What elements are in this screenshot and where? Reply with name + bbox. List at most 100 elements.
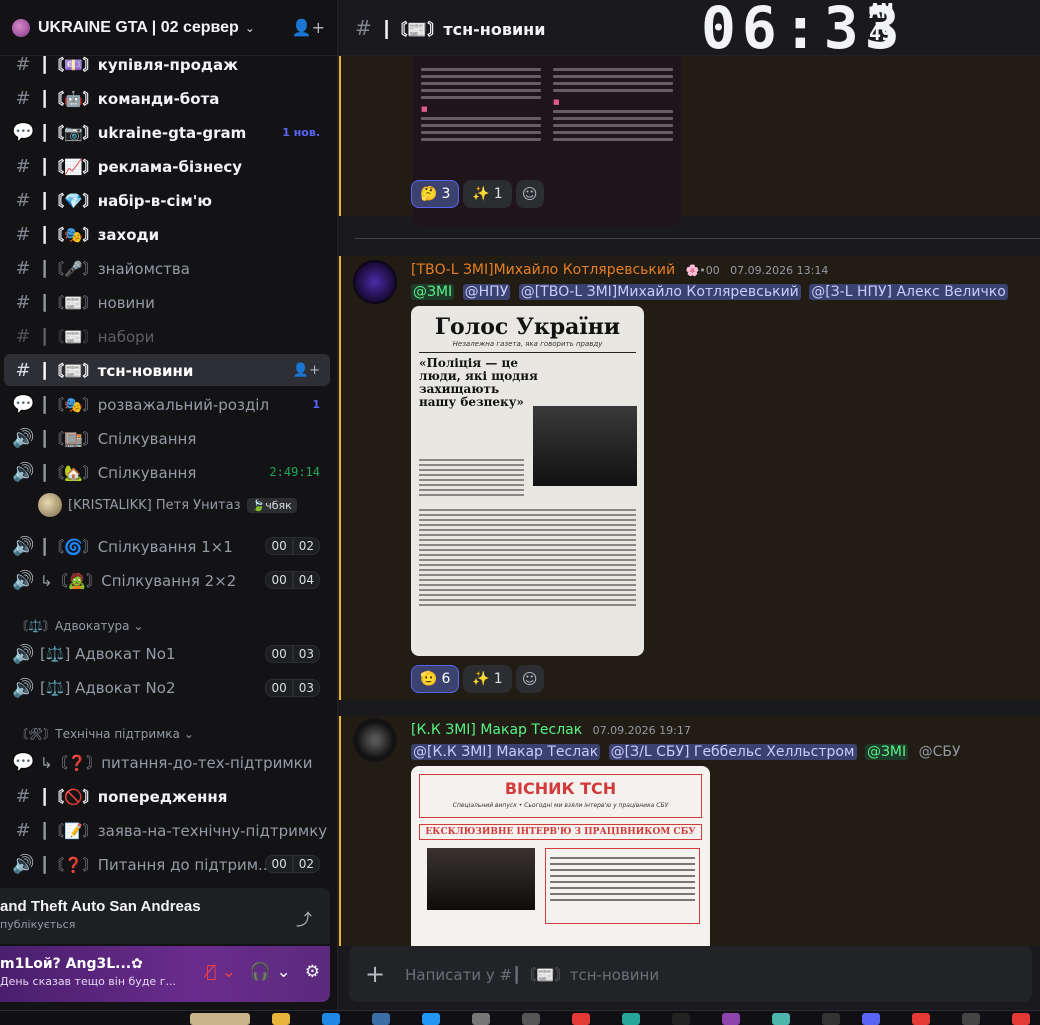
attached-newspaper-image[interactable]: Голос України Незалежна газета, яка гово… xyxy=(411,306,644,656)
channel-pytannia-do-tekh-pidtrymky[interactable]: 💬 ↳〘❓〙питання-до-тех-підтримки xyxy=(4,746,330,778)
reaction-sparkles[interactable]: ✨ 1 xyxy=(463,180,512,208)
mention-role[interactable]: @НПУ xyxy=(462,284,511,300)
app-icon[interactable] xyxy=(422,1013,440,1025)
speaker-icon: 🔊 xyxy=(12,569,35,591)
new-posts-badge: 1 нов. xyxy=(282,125,320,139)
add-reaction-icon[interactable]: ☺ xyxy=(515,180,544,208)
app-icon[interactable] xyxy=(1012,1013,1030,1025)
app-icon[interactable] xyxy=(822,1013,840,1025)
plus-icon[interactable]: + xyxy=(365,960,385,988)
message-header: [ТВО-L ЗМІ]Михайло Котляревський 🌸•00 07… xyxy=(411,262,828,278)
app-icon[interactable] xyxy=(622,1013,640,1025)
mentions: @ЗМІ @НПУ @[ТВО-L ЗМІ]Михайло Котляревсь… xyxy=(411,284,1012,300)
app-icon[interactable] xyxy=(190,1013,250,1025)
channel-nabir-v-simiu[interactable]: # ┃〘💎〙набір-в-сім'ю xyxy=(4,184,330,216)
server-icon xyxy=(12,18,30,37)
app-icon[interactable] xyxy=(772,1013,790,1025)
channel-rozvazhalnyi-rozdil[interactable]: 💬 ┃〘🎭〙розважальний-розділ 1 xyxy=(4,388,330,420)
channel-znaiomstva[interactable]: # ┃〘🎤〙знайомства xyxy=(4,252,330,284)
avatar xyxy=(38,493,62,517)
channel-tsn-novyny[interactable]: # ┃〘📰〙тсн-новини 👤+ xyxy=(4,354,330,386)
add-reaction-icon[interactable]: ☺ xyxy=(515,665,544,693)
folder-icon[interactable] xyxy=(272,1013,290,1025)
mention-user[interactable]: @[З-L НПУ] Алекс Величко xyxy=(809,284,1008,300)
author-name[interactable]: [К.К ЗМІ] Макар Теслак xyxy=(411,722,582,738)
author-name[interactable]: [ТВО-L ЗМІ]Михайло Котляревський xyxy=(411,262,675,278)
speaker-icon: 🔊 xyxy=(12,677,35,699)
activity-title: and Theft Auto San Andreas xyxy=(0,898,201,915)
server-name: UKRAINE GTA | 02 сервер xyxy=(38,18,239,36)
channel-nabory[interactable]: # ┃〘📰〙набори xyxy=(4,320,330,352)
category-tekhnichna-pidtrymka[interactable]: 〘🛠〙Технічна підтримка ⌄ xyxy=(16,725,194,742)
avatar[interactable] xyxy=(353,718,397,762)
new-messages-divider xyxy=(355,238,1040,239)
channel-zaiava[interactable]: # ┃〘📝〙заява-на-технічну-підтримку xyxy=(4,814,330,846)
mention-user[interactable]: @[З/L СБУ] Геббельс Хелльстром xyxy=(608,744,857,760)
voice-channel-1x1[interactable]: 🔊 ┃〘🌀〙Спілкування 1×1 00 02 xyxy=(4,530,330,562)
reactions: 🫡 6 ✨ 1 ☺ xyxy=(411,665,544,693)
gear-icon[interactable]: ⚙ xyxy=(305,962,320,982)
speaker-icon: 🔊 xyxy=(12,427,35,449)
add-member-icon[interactable]: 👤+ xyxy=(293,363,320,378)
voice-user[interactable]: [KRISTALIKK] Петя Унитаз 🍃чбяк xyxy=(38,492,297,518)
channel-komandy-bota[interactable]: # ┃〘🤖〙команди-бота xyxy=(4,82,330,114)
reaction-thinking[interactable]: 🤔 3 xyxy=(411,180,460,208)
reaction-sparkles[interactable]: ✨ 1 xyxy=(463,665,512,693)
avatar[interactable] xyxy=(353,260,397,304)
app-icon[interactable] xyxy=(372,1013,390,1025)
chat-area: # ┃〘📰〙тсн-новини 06:33 AM 49 ■ ■ 🤔 3 ✨ 1… xyxy=(339,0,1040,1010)
channel-poperedzhennia[interactable]: # ┃〘🚫〙попередження xyxy=(4,780,330,812)
mention-role[interactable]: @СБУ xyxy=(917,744,963,760)
forum-icon: 💬 xyxy=(12,751,35,773)
mention-user[interactable]: @[К.К ЗМІ] Макар Теслак xyxy=(411,744,601,760)
app-icon[interactable] xyxy=(962,1013,980,1025)
channel-zakhody[interactable]: # ┃〘🎭〙заходи xyxy=(4,218,330,250)
voice-channel-spilkuvannia-2[interactable]: 🔊 ┃〘🏡〙Спілкування 2:49:14 xyxy=(4,456,330,488)
user-panel: m1Lой? Ang3L...✿ День сказав тещо він бу… xyxy=(0,946,330,1002)
edge-icon[interactable] xyxy=(322,1013,340,1025)
voice-timer: 2:49:14 xyxy=(269,465,320,479)
app-icon[interactable] xyxy=(672,1013,690,1025)
channel-reklama-biznesu[interactable]: # ┃〘📈〙реклама-бізнесу xyxy=(4,150,330,182)
chevron-down-icon: ⌄ xyxy=(183,726,194,741)
os-taskbar xyxy=(0,1010,1040,1025)
voice-channel-advokat-1[interactable]: 🔊 [⚖️] Адвокат No1 00 03 xyxy=(4,638,330,670)
channel-novyny[interactable]: # ┃〘📰〙новини xyxy=(4,286,330,318)
voice-channel-advokat-2[interactable]: 🔊 [⚖️] Адвокат No2 00 03 xyxy=(4,672,330,704)
timestamp: 07.09.2026 13:14 xyxy=(730,264,829,277)
app-icon[interactable] xyxy=(912,1013,930,1025)
voice-channel-pytannia[interactable]: 🔊 ┃〘❓〙Питання до підтрим... 00 02 xyxy=(4,848,330,880)
mention-role[interactable]: @ЗМІ xyxy=(411,284,455,300)
mention-user[interactable]: @[ТВО-L ЗМІ]Михайло Котляревський xyxy=(518,284,801,300)
hash-icon: # xyxy=(15,291,31,313)
app-icon[interactable] xyxy=(572,1013,590,1025)
mention-role[interactable]: @ЗМІ xyxy=(864,744,909,760)
chevron-down-icon[interactable]: ⌄ xyxy=(245,21,255,35)
hash-icon: # xyxy=(15,359,31,381)
hash-icon: # xyxy=(15,819,31,841)
attached-poster-image[interactable]: ВІСНИК ТСН Спеціальний випуск • Сьогодні… xyxy=(411,766,710,946)
app-icon[interactable] xyxy=(472,1013,490,1025)
channel-kupivlia-prodazh[interactable]: # ┃〘💷〙купівля-продаж xyxy=(4,48,330,80)
poster-text-block xyxy=(545,848,700,924)
app-icon[interactable] xyxy=(522,1013,540,1025)
user-tag: 🍃чбяк xyxy=(246,497,297,513)
voice-channel-spilkuvannia-1[interactable]: 🔊 ┃〘🏬〙Спілкування xyxy=(4,422,330,454)
message-input[interactable]: Написати у #┃〘📰〙тсн-новини xyxy=(405,964,659,985)
timestamp: 07.09.2026 19:17 xyxy=(592,724,691,737)
new-posts-badge: 1 xyxy=(312,397,320,411)
channel-ukraine-gta-gram[interactable]: 💬 ┃〘📷〙ukraine-gta-gram 1 нов. xyxy=(4,116,330,148)
category-advokatura[interactable]: 〘⚖️〙Адвокатура ⌄ xyxy=(16,617,144,634)
headphones-icon[interactable]: 🎧 ⌄ xyxy=(250,962,291,982)
newspaper-photo xyxy=(533,406,637,486)
voice-channel-2x2[interactable]: 🔊 ↳〘🧟〙Спілкування 2×2 00 04 xyxy=(4,564,330,596)
discord-icon[interactable] xyxy=(862,1013,880,1025)
stream-icon[interactable]: ⤴ xyxy=(296,906,312,930)
reaction-salute[interactable]: 🫡 6 xyxy=(411,665,460,693)
invite-people-icon[interactable]: 👤+ xyxy=(292,18,325,37)
mentions: @[К.К ЗМІ] Макар Теслак @[З/L СБУ] Геббе… xyxy=(411,744,967,760)
app-icon[interactable] xyxy=(722,1013,740,1025)
hash-icon: # xyxy=(15,785,31,807)
message-composer[interactable]: + Написати у #┃〘📰〙тсн-новини xyxy=(349,946,1032,1002)
mic-muted-icon[interactable]: 🎙̸ ⌄ xyxy=(206,962,236,982)
